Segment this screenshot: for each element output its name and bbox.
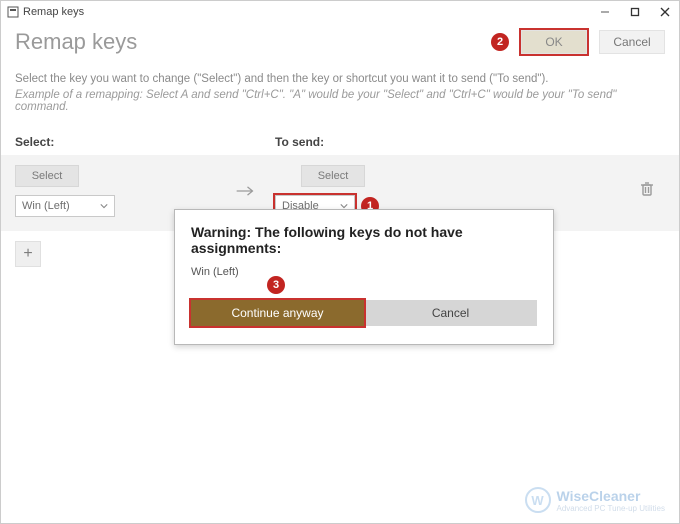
- header-actions: 2 OK Cancel: [491, 30, 665, 54]
- close-button[interactable]: [655, 2, 675, 22]
- select-key-dropdown[interactable]: Win (Left): [15, 195, 115, 217]
- instructions-line-2: Example of a remapping: Select A and sen…: [15, 89, 665, 113]
- ok-button[interactable]: OK: [521, 30, 587, 54]
- annotation-badge-2: 2: [491, 33, 509, 51]
- instructions-line-1: Select the key you want to change ("Sele…: [15, 73, 665, 85]
- watermark: W WiseCleaner Advanced PC Tune-up Utilit…: [525, 487, 666, 513]
- app-icon: [7, 6, 19, 18]
- column-headers: Select: To send:: [1, 117, 679, 155]
- delete-row-button[interactable]: [639, 181, 655, 202]
- trash-icon: [639, 181, 655, 197]
- watermark-brand: WiseCleaner: [557, 488, 641, 504]
- select-key-button[interactable]: Select: [15, 165, 79, 187]
- chevron-down-icon: [100, 202, 108, 210]
- page-title: Remap keys: [15, 29, 137, 55]
- maximize-button[interactable]: [625, 2, 645, 22]
- warning-dialog: Warning: The following keys do not have …: [174, 209, 554, 345]
- watermark-tagline: Advanced PC Tune-up Utilities: [557, 504, 666, 513]
- warning-dialog-title: Warning: The following keys do not have …: [191, 224, 537, 256]
- warning-dialog-body: Win (Left): [191, 266, 537, 278]
- column-header-tosend: To send:: [275, 135, 535, 149]
- instructions: Select the key you want to change ("Sele…: [1, 65, 679, 113]
- select-key-dropdown-value: Win (Left): [22, 200, 70, 212]
- window-title: Remap keys: [23, 6, 84, 18]
- titlebar: Remap keys: [1, 1, 679, 23]
- tosend-select-button[interactable]: Select: [301, 165, 365, 187]
- add-remap-button[interactable]: +: [15, 241, 41, 267]
- annotation-badge-3: 3: [267, 276, 285, 294]
- maps-to-arrow: [215, 184, 275, 198]
- header: Remap keys 2 OK Cancel: [1, 23, 679, 65]
- watermark-icon: W: [525, 487, 551, 513]
- cancel-button[interactable]: Cancel: [599, 30, 665, 54]
- minimize-button[interactable]: [595, 2, 615, 22]
- continue-anyway-button[interactable]: Continue anyway: [191, 300, 364, 326]
- column-header-select: Select:: [15, 135, 215, 149]
- arrow-right-icon: [235, 184, 255, 198]
- dialog-cancel-button[interactable]: Cancel: [364, 300, 537, 326]
